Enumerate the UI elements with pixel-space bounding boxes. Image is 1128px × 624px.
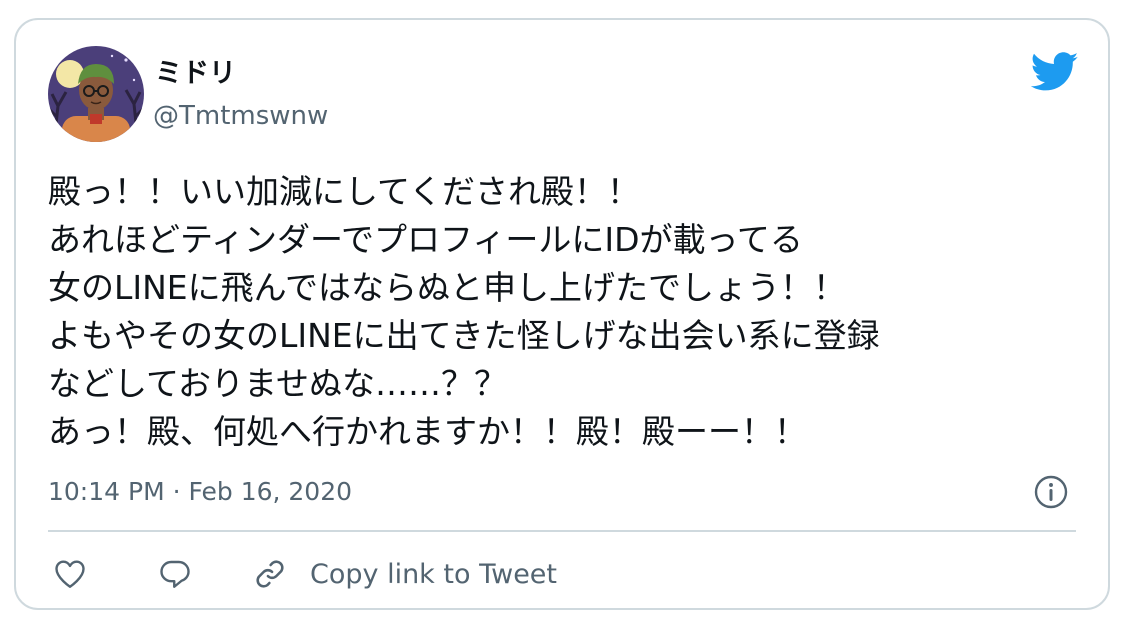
copy-link-button[interactable]: Copy link to Tweet xyxy=(252,554,557,594)
avatar[interactable] xyxy=(48,46,144,142)
twitter-bird-icon[interactable] xyxy=(1031,52,1079,92)
tweet-text: 殿っ！！いい加減にしてくだされ殿！！ あれほどティンダーでプロフィールにIDが載… xyxy=(48,168,1088,456)
heart-icon xyxy=(55,560,85,588)
tweet-card[interactable]: ミドリ @Tmtmswnw 殿っ！！いい加減にしてくだされ殿！！ あれほどティン… xyxy=(14,18,1110,610)
reply-icon xyxy=(160,560,190,588)
tweet-line: 女のLINEに飛んではならぬと申し上げたでしょう！！ xyxy=(48,268,847,307)
tweet-line: よもやその女のLINEに出てきた怪しげな出会い系に登録 xyxy=(48,316,880,355)
tweet-line: あっ！殿、何処へ行かれますか！！殿！殿ーー！！ xyxy=(48,412,807,451)
tweet-timestamp[interactable]: 10:14 PM · Feb 16, 2020 xyxy=(48,475,352,509)
like-button[interactable] xyxy=(52,554,88,594)
author-handle[interactable]: @Tmtmswnw xyxy=(153,98,328,134)
reply-button[interactable] xyxy=(157,554,193,594)
tweet-line: 殿っ！！いい加減にしてくだされ殿！！ xyxy=(48,172,641,211)
divider xyxy=(48,530,1076,532)
copy-link-label: Copy link to Tweet xyxy=(310,558,558,590)
author-display-name[interactable]: ミドリ xyxy=(155,56,236,92)
tweet-line: などしておりませぬな……？？ xyxy=(48,364,508,403)
info-icon[interactable] xyxy=(1033,474,1069,510)
tweet-line: あれほどティンダーでプロフィールにIDが載ってる xyxy=(48,220,803,259)
link-icon xyxy=(256,560,284,588)
avatar-illustration xyxy=(48,46,144,142)
